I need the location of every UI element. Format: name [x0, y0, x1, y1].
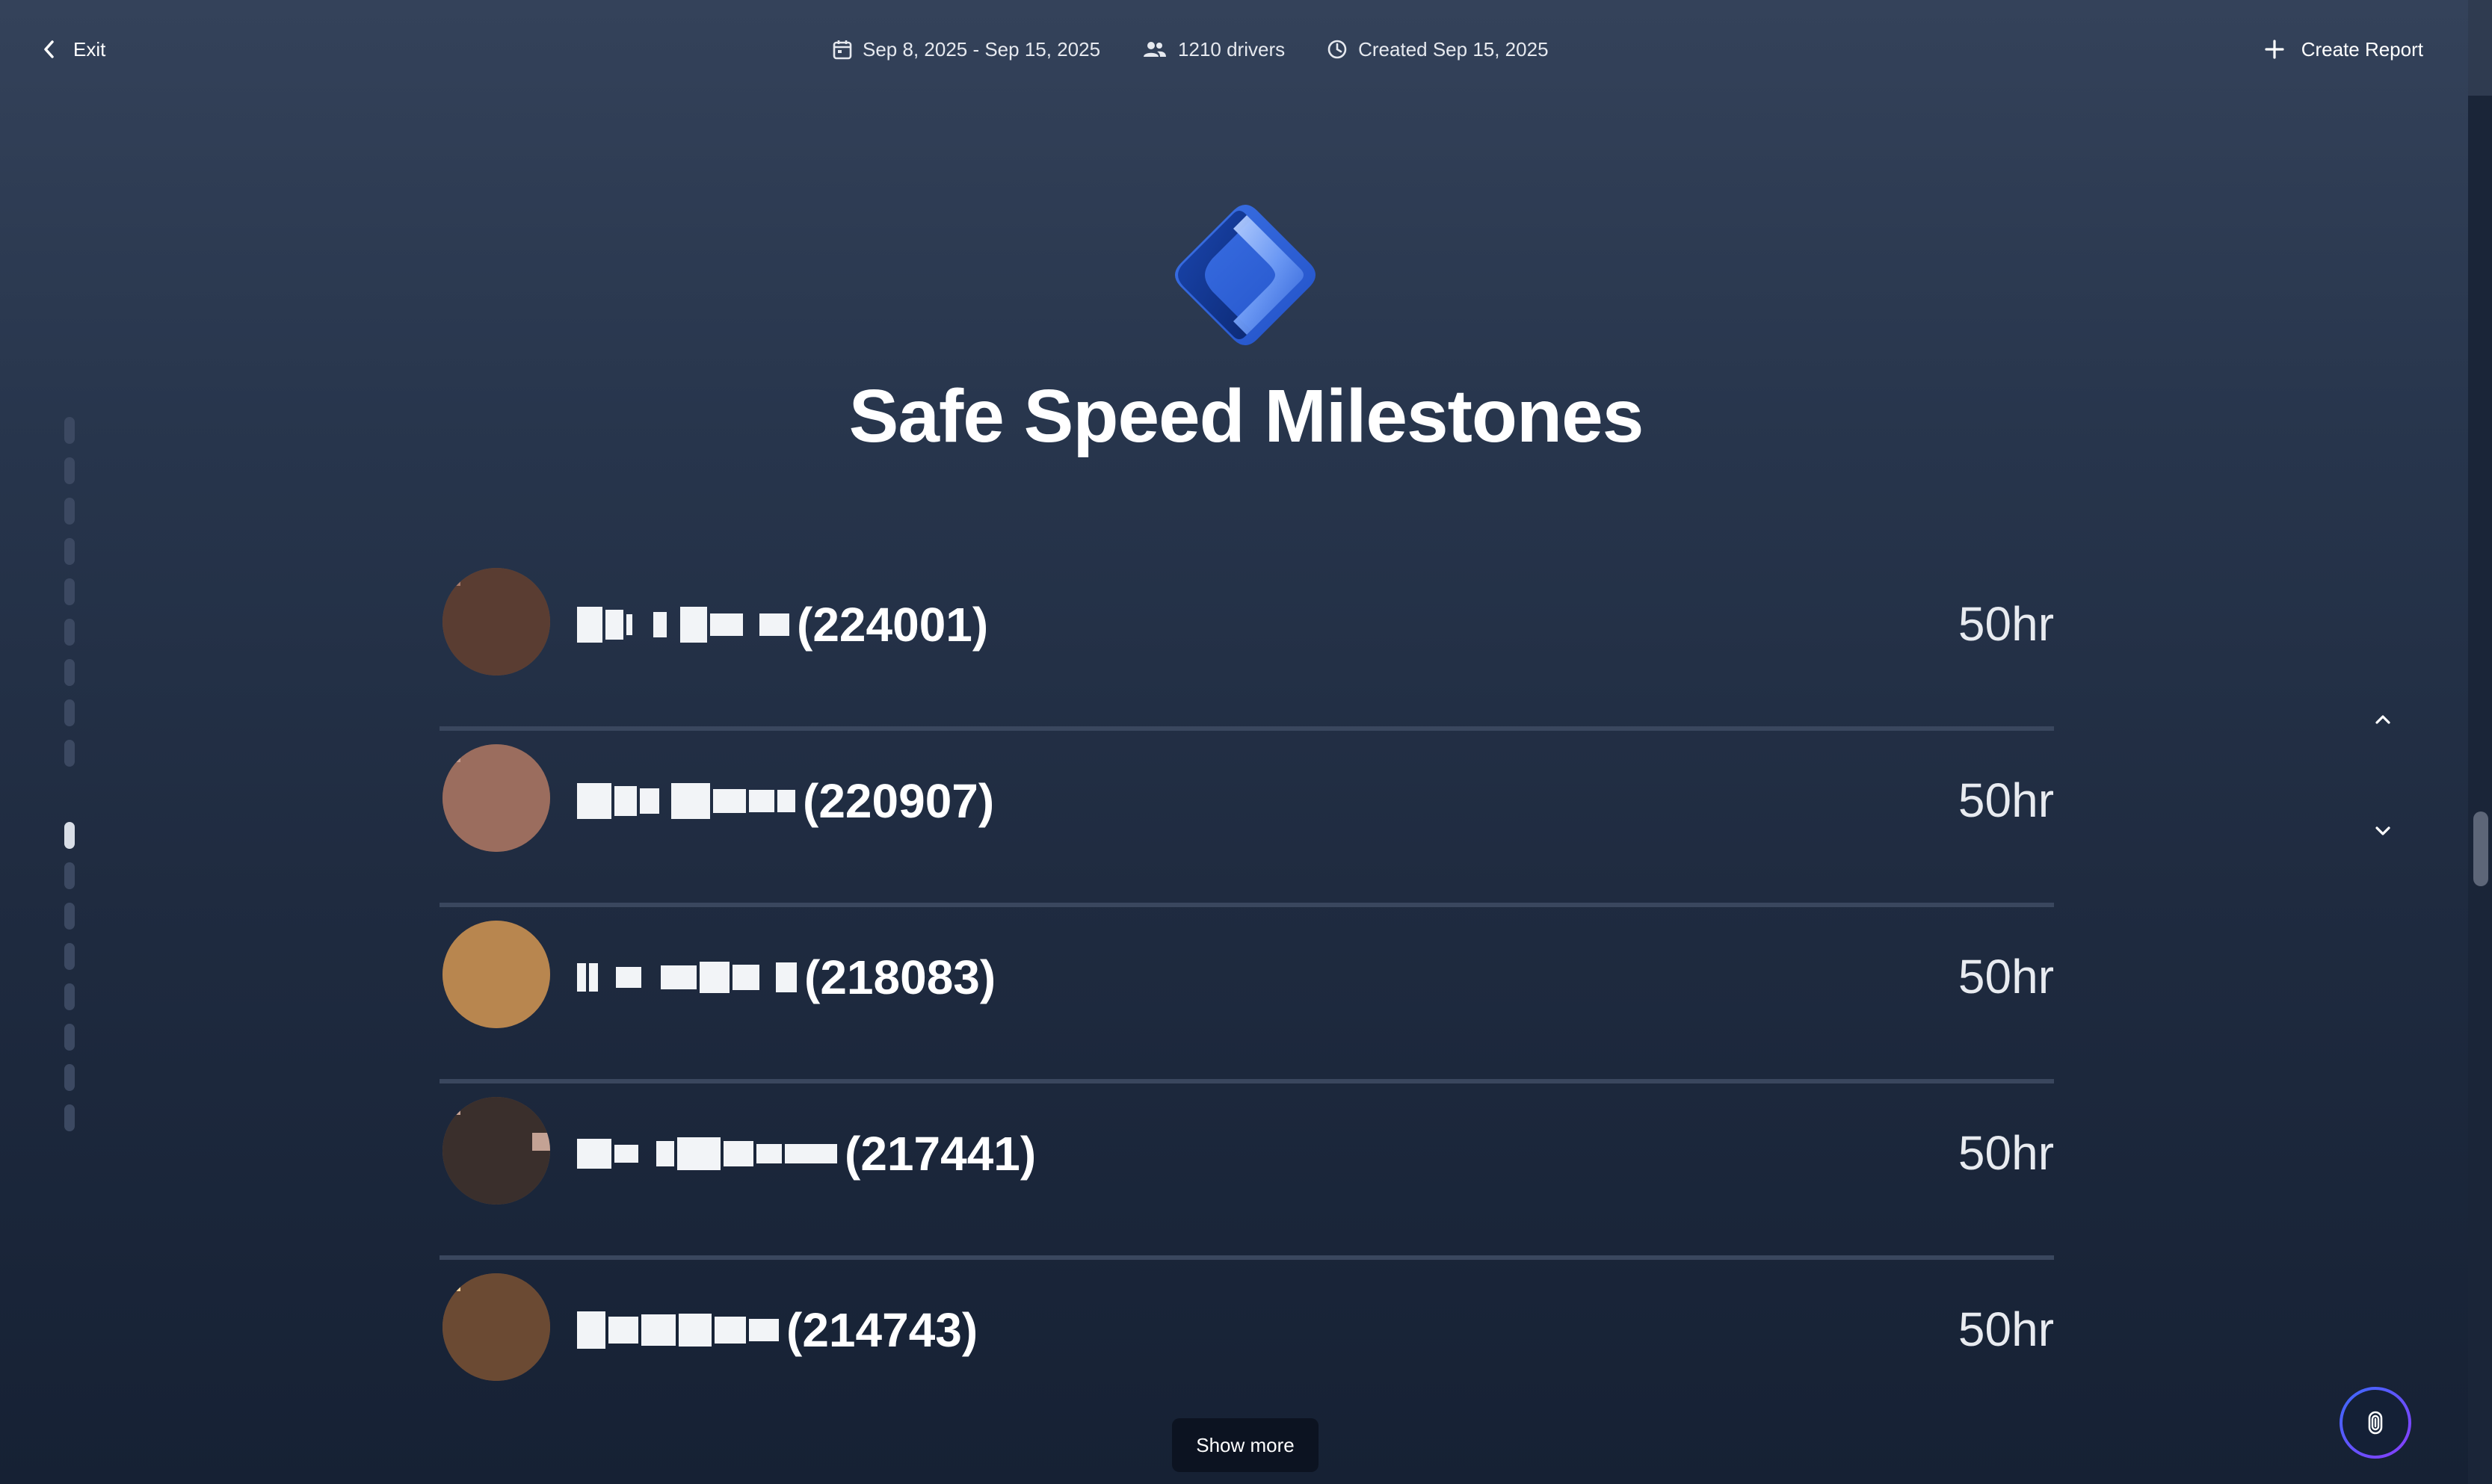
driver-avatar — [442, 1097, 550, 1205]
plus-icon — [2264, 39, 2285, 60]
progress-dash[interactable] — [64, 659, 75, 686]
created-date-text: Created Sep 15, 2025 — [1358, 37, 1549, 61]
driver-id: (217441) — [845, 1127, 1037, 1181]
redacted-name — [577, 1131, 837, 1176]
fingerprint-icon — [2360, 1408, 2390, 1438]
driver-row[interactable]: (220907) 50hr — [440, 731, 2054, 907]
driver-id: (220907) — [803, 774, 995, 828]
driver-id: (218083) — [804, 950, 996, 1004]
report-meta: Sep 8, 2025 - Sep 15, 2025 1210 drivers … — [833, 33, 1549, 66]
progress-dash[interactable] — [64, 498, 75, 525]
driver-avatar — [442, 568, 550, 675]
milestone-hours: 50hr — [1958, 773, 2054, 827]
clock-icon — [1327, 39, 1348, 60]
progress-dash[interactable] — [64, 903, 75, 930]
redacted-name — [577, 1308, 779, 1352]
scroll-down-button[interactable] — [2368, 816, 2398, 846]
driver-name-wrap: (217441) — [577, 1124, 1036, 1184]
scroll-up-button[interactable] — [2368, 704, 2398, 734]
progress-dash[interactable] — [64, 1024, 75, 1051]
driver-name-wrap: (218083) — [577, 947, 996, 1007]
progress-dash[interactable] — [64, 862, 75, 889]
progress-dash[interactable] — [64, 1104, 75, 1131]
exit-button[interactable]: Exit — [42, 33, 105, 66]
date-range-text: Sep 8, 2025 - Sep 15, 2025 — [863, 37, 1101, 61]
driver-milestone-list: (224001) 50hr (220907) 50hr (218083) 50h… — [440, 554, 2054, 1436]
milestone-hours: 50hr — [1958, 1302, 2054, 1356]
progress-dash[interactable] — [64, 983, 75, 1010]
progress-dash[interactable] — [64, 619, 75, 646]
create-report-label: Create Report — [2301, 37, 2423, 61]
driver-name-wrap: (214743) — [577, 1300, 978, 1360]
driver-count-text: 1210 drivers — [1178, 37, 1286, 61]
driver-id: (224001) — [797, 598, 989, 652]
progress-dash[interactable] — [64, 1064, 75, 1091]
driver-avatar — [442, 744, 550, 852]
progress-dash[interactable] — [64, 943, 75, 970]
progress-dash-active[interactable] — [64, 822, 75, 849]
created-date: Created Sep 15, 2025 — [1327, 37, 1549, 61]
redacted-name — [577, 955, 797, 1000]
driver-name-wrap: (224001) — [577, 595, 988, 655]
milestone-hours: 50hr — [1958, 597, 2054, 651]
chevron-left-icon — [42, 39, 57, 60]
driver-name-wrap: (220907) — [577, 771, 994, 831]
milestone-hours: 50hr — [1958, 950, 2054, 1004]
chevron-up-icon — [2368, 704, 2398, 734]
progress-dash[interactable] — [64, 457, 75, 484]
redacted-name — [577, 779, 795, 823]
progress-dash[interactable] — [64, 699, 75, 726]
driver-row[interactable]: (218083) 50hr — [440, 907, 2054, 1083]
progress-dash[interactable] — [64, 538, 75, 565]
driver-row[interactable]: (224001) 50hr — [440, 554, 2054, 731]
top-bar: Exit Sep 8, 2025 - Sep 15, 2025 1210 dri… — [0, 0, 2468, 97]
exit-label: Exit — [73, 37, 106, 61]
assistant-button[interactable] — [2340, 1387, 2411, 1459]
users-icon — [1142, 40, 1168, 59]
show-more-button[interactable]: Show more — [1172, 1418, 1319, 1472]
scrollbar-top — [2468, 0, 2492, 96]
driver-avatar — [442, 1273, 550, 1381]
milestone-logo — [1169, 199, 1321, 351]
progress-dash[interactable] — [64, 417, 75, 444]
scrollbar-thumb[interactable] — [2473, 811, 2488, 886]
driver-avatar — [442, 921, 550, 1028]
driver-row[interactable]: (217441) 50hr — [440, 1083, 2054, 1260]
progress-dash[interactable] — [64, 578, 75, 605]
progress-dash[interactable] — [64, 740, 75, 767]
milestone-hours: 50hr — [1958, 1126, 2054, 1180]
date-range: Sep 8, 2025 - Sep 15, 2025 — [833, 38, 1100, 61]
create-report-button[interactable]: Create Report — [2264, 33, 2423, 66]
driver-row[interactable]: (214743) 50hr — [440, 1260, 2054, 1436]
driver-id: (214743) — [786, 1303, 978, 1357]
page-title: Safe Speed Milestones — [848, 374, 1644, 458]
chevron-down-icon — [2368, 816, 2398, 846]
calendar-icon — [833, 39, 852, 60]
scrollbar-track[interactable] — [2468, 96, 2492, 1484]
driver-count: 1210 drivers — [1142, 38, 1285, 61]
redacted-name — [577, 602, 789, 647]
